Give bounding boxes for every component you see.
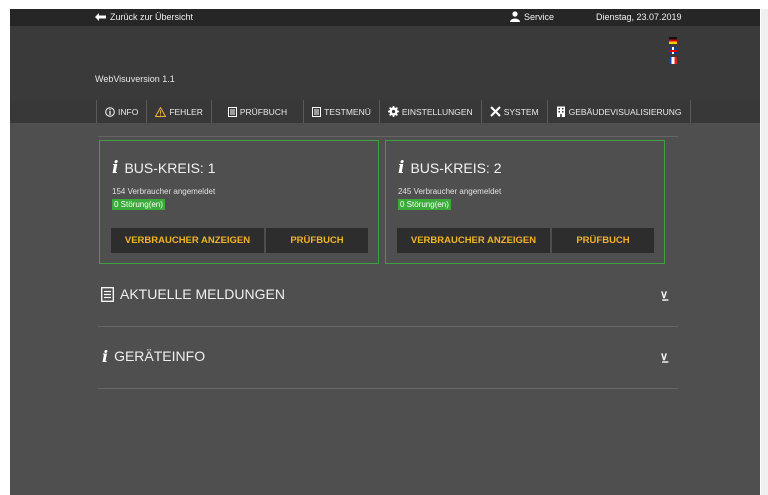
info-icon: i [112, 158, 119, 178]
show-consumers-button[interactable]: VERBRAUCHER ANZEIGEN [397, 228, 550, 253]
status-badge: 0 Störung(en) [398, 199, 451, 210]
section-title: GERÄTEINFO [114, 348, 206, 364]
book-icon [101, 286, 114, 302]
nav-item-label: EINSTELLUNGEN [401, 106, 473, 117]
pruefbuch-button[interactable]: PRÜFBUCH [266, 228, 368, 253]
header: WebVisuversion 1.1 [10, 26, 760, 100]
scrollbar[interactable] [761, 9, 768, 495]
version-label: WebVisuversion 1.1 [95, 74, 175, 84]
messages-section-header[interactable]: AKTUELLE MELDUNGEN ∨̲ [98, 276, 678, 312]
section-title: AKTUELLE MELDUNGEN [120, 286, 285, 302]
status-badge: 0 Störung(en) [112, 199, 165, 210]
nav-item-label: FEHLER [169, 106, 203, 117]
back-link-label: Zurück zur Übersicht [110, 12, 194, 22]
warning-icon [155, 106, 167, 117]
nav-item-info[interactable]: INFO [97, 100, 148, 123]
nav-item-label: TESTMENÜ [324, 106, 371, 117]
nav-item-fehler[interactable]: FEHLER [147, 100, 212, 123]
language-selector [669, 37, 677, 64]
app-window: Zurück zur Übersicht Service Dienstag, 2… [10, 9, 760, 495]
chevron-double-down-icon[interactable]: ∨̲ [660, 288, 668, 301]
nav-item-label: SYSTEM [503, 106, 539, 117]
card-title: i BUS-KREIS: 2 [398, 158, 502, 178]
tools-icon [489, 106, 501, 117]
flag-uk-icon[interactable] [669, 47, 677, 54]
nav-item-label: PRÜFBUCH [239, 106, 288, 117]
divider [98, 388, 678, 389]
bus-circuit-card-1: i BUS-KREIS: 1 154 Verbraucher angemelde… [99, 140, 379, 264]
flag-de-icon[interactable] [669, 37, 677, 44]
info-icon [105, 106, 115, 117]
divider [98, 326, 678, 327]
nav-item-label: GEBÄUDEVISUALISIERUNG [568, 106, 682, 117]
divider [98, 136, 678, 137]
consumer-count: 154 Verbraucher angemeldet [112, 187, 216, 196]
arrow-left-icon [95, 13, 106, 21]
info-icon: i [102, 346, 109, 366]
back-link[interactable]: Zurück zur Übersicht [95, 12, 193, 22]
chevron-double-down-icon[interactable]: ∨̲ [660, 350, 668, 363]
main-nav: INFO FEHLER PRÜFBUCH TESTMENÜ EINSTELLUN… [10, 100, 760, 123]
pruefbuch-button[interactable]: PRÜFBUCH [552, 228, 654, 253]
top-bar: Zurück zur Übersicht Service Dienstag, 2… [10, 9, 760, 26]
nav-item-testmenu[interactable]: TESTMENÜ [304, 100, 380, 123]
flag-fr-icon[interactable] [669, 57, 677, 64]
card-title: i BUS-KREIS: 1 [112, 158, 216, 178]
gear-icon [387, 106, 399, 117]
bus-circuit-card-2: i BUS-KREIS: 2 245 Verbraucher angemelde… [385, 140, 665, 264]
nav-item-system[interactable]: SYSTEM [482, 100, 548, 123]
building-icon [556, 106, 565, 117]
book-icon [312, 106, 322, 117]
nav-item-label: INFO [118, 106, 139, 117]
current-date: Dienstag, 23.07.2019 [596, 12, 682, 22]
show-consumers-button[interactable]: VERBRAUCHER ANZEIGEN [111, 228, 264, 253]
card-title-text: BUS-KREIS: 1 [124, 160, 216, 176]
nav-item-einstellungen[interactable]: EINSTELLUNGEN [380, 100, 482, 123]
device-info-section-header[interactable]: i GERÄTEINFO ∨̲ [98, 338, 678, 374]
book-icon [227, 106, 237, 117]
user-icon [510, 11, 520, 22]
nav-item-pruefbuch[interactable]: PRÜFBUCH [212, 100, 305, 123]
card-title-text: BUS-KREIS: 2 [410, 160, 502, 176]
info-icon: i [398, 158, 405, 178]
service-link[interactable]: Service [510, 11, 554, 22]
consumer-count: 245 Verbraucher angemeldet [398, 187, 502, 196]
nav-item-gebaeude[interactable]: GEBÄUDEVISUALISIERUNG [548, 100, 691, 123]
service-label: Service [524, 11, 555, 22]
